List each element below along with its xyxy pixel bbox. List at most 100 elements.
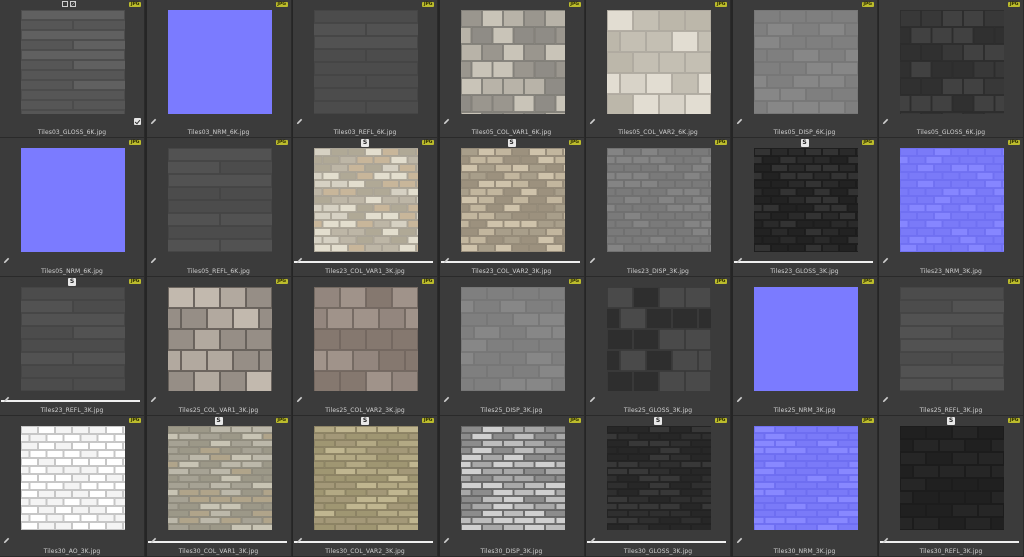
texture-thumbnail[interactable] <box>167 426 272 530</box>
texture-thumbnail[interactable] <box>607 426 711 530</box>
square-icon[interactable] <box>62 1 68 7</box>
texture-cell[interactable]: JPG Tiles05_COL_VAR1_6K.jpg <box>439 0 585 138</box>
texture-thumbnail[interactable] <box>607 148 711 252</box>
texture-cell[interactable]: JPG Tiles03_REFL_6K.jpg <box>293 0 438 138</box>
texture-thumbnail[interactable] <box>314 426 418 530</box>
edit-pencil-icon[interactable] <box>296 537 303 544</box>
file-type-badge: JPG <box>861 140 874 145</box>
file-type-badge: JPG <box>568 279 581 284</box>
texture-cell[interactable]: JPG S Tiles30_COL_VAR2_3K.jpg <box>293 416 438 557</box>
texture-cell[interactable]: JPG S Tiles23_COL_VAR2_3K.jpg <box>439 138 585 277</box>
edit-pencil-icon[interactable] <box>443 257 450 264</box>
texture-thumbnail[interactable] <box>460 287 565 391</box>
edit-pencil-icon[interactable] <box>882 537 889 544</box>
texture-thumbnail[interactable] <box>900 287 1004 391</box>
file-name-label: Tiles30_COL_VAR1_3K.jpg <box>178 548 259 555</box>
texture-thumbnail[interactable] <box>753 426 858 530</box>
texture-thumbnail[interactable] <box>314 287 418 391</box>
edit-pencil-icon[interactable] <box>443 396 450 403</box>
texture-thumbnail[interactable] <box>314 148 418 252</box>
view-toggle-icons[interactable] <box>62 1 76 7</box>
texture-thumbnail[interactable] <box>460 426 565 530</box>
texture-cell[interactable]: JPG Tiles23_DISP_3K.jpg <box>586 138 731 277</box>
file-type-badge: JPG <box>422 279 434 284</box>
texture-thumbnail[interactable] <box>900 10 1004 114</box>
texture-thumbnail[interactable] <box>460 148 565 252</box>
edit-pencil-icon[interactable] <box>589 257 596 264</box>
texture-cell[interactable]: JPG Tiles25_COL_VAR2_3K.jpg <box>293 277 438 416</box>
edit-pencil-icon[interactable] <box>736 396 743 403</box>
texture-thumbnail[interactable] <box>900 148 1004 252</box>
texture-thumbnail[interactable] <box>607 10 711 114</box>
file-name-label: Tiles23_REFL_3K.jpg <box>40 407 104 414</box>
texture-cell[interactable]: JPG Tiles25_DISP_3K.jpg <box>439 277 585 416</box>
file-name-label: Tiles30_NRM_3K.jpg <box>773 548 836 555</box>
texture-thumbnail[interactable] <box>900 426 1004 530</box>
texture-cell[interactable]: JPG Tiles23_NRM_3K.jpg <box>879 138 1024 277</box>
texture-cell[interactable]: JPG S Tiles30_REFL_3K.jpg <box>879 416 1024 557</box>
texture-cell[interactable]: JPG Tiles03_NRM_6K.jpg <box>146 0 292 138</box>
texture-cell[interactable]: JPG Tiles05_COL_VAR2_6K.jpg <box>586 0 731 138</box>
texture-cell[interactable]: JPG Tiles30_NRM_3K.jpg <box>732 416 878 557</box>
texture-cell[interactable]: JPG S Tiles23_COL_VAR1_3K.jpg <box>293 138 438 277</box>
texture-cell[interactable]: JPG Tiles03_GLOSS_6K.jpg <box>0 0 145 138</box>
edit-pencil-icon[interactable] <box>150 396 157 403</box>
texture-cell[interactable]: JPG Tiles30_AO_3K.jpg <box>0 416 145 557</box>
edit-pencil-icon[interactable] <box>589 396 596 403</box>
texture-cell[interactable]: JPG Tiles25_NRM_3K.jpg <box>732 277 878 416</box>
edit-pencil-icon[interactable] <box>589 537 596 544</box>
file-name-label: Tiles05_NRM_6K.jpg <box>41 268 103 275</box>
file-name-label: Tiles30_REFL_3K.jpg <box>919 548 983 555</box>
texture-thumbnail[interactable] <box>167 287 272 391</box>
edit-pencil-icon[interactable] <box>736 257 743 264</box>
edit-pencil-icon[interactable] <box>3 257 10 264</box>
texture-thumbnail[interactable] <box>21 10 125 114</box>
texture-cell[interactable]: JPG Tiles25_GLOSS_3K.jpg <box>586 277 731 416</box>
texture-thumbnail[interactable] <box>167 10 272 114</box>
texture-cell[interactable]: JPG Tiles05_GLOSS_6K.jpg <box>879 0 1024 138</box>
texture-cell[interactable]: JPG Tiles05_NRM_6K.jpg <box>0 138 145 277</box>
texture-thumbnail[interactable] <box>753 148 858 252</box>
texture-thumbnail[interactable] <box>167 148 272 252</box>
texture-cell[interactable]: JPG Tiles05_DISP_6K.jpg <box>732 0 878 138</box>
diagonal-icon[interactable] <box>70 1 76 7</box>
edit-pencil-icon[interactable] <box>882 257 889 264</box>
texture-cell[interactable]: JPG S Tiles23_REFL_3K.jpg <box>0 277 145 416</box>
file-name-label: Tiles30_DISP_3K.jpg <box>480 548 543 555</box>
edit-pencil-icon[interactable] <box>296 257 303 264</box>
edit-pencil-icon[interactable] <box>882 118 889 125</box>
edit-pencil-icon[interactable] <box>589 118 596 125</box>
edit-pencil-icon[interactable] <box>3 396 10 403</box>
texture-thumbnail[interactable] <box>314 10 418 114</box>
selected-checkbox[interactable] <box>134 118 141 125</box>
texture-cell[interactable]: JPG S Tiles30_GLOSS_3K.jpg <box>586 416 731 557</box>
texture-cell[interactable]: JPG Tiles30_DISP_3K.jpg <box>439 416 585 557</box>
texture-thumbnail[interactable] <box>21 426 125 530</box>
edit-pencil-icon[interactable] <box>736 537 743 544</box>
edit-pencil-icon[interactable] <box>296 118 303 125</box>
texture-cell[interactable]: JPG Tiles05_REFL_6K.jpg <box>146 138 292 277</box>
edit-pencil-icon[interactable] <box>882 396 889 403</box>
edit-pencil-icon[interactable] <box>443 537 450 544</box>
texture-cell[interactable]: JPG Tiles25_COL_VAR1_3K.jpg <box>146 277 292 416</box>
file-type-badge: JPG <box>568 140 581 145</box>
texture-cell[interactable]: JPG Tiles25_REFL_3K.jpg <box>879 277 1024 416</box>
texture-thumbnail[interactable] <box>460 10 565 114</box>
edit-pencil-icon[interactable] <box>736 118 743 125</box>
edit-pencil-icon[interactable] <box>3 537 10 544</box>
texture-thumbnail[interactable] <box>21 148 125 252</box>
texture-cell[interactable]: JPG S Tiles23_GLOSS_3K.jpg <box>732 138 878 277</box>
edit-pencil-icon[interactable] <box>150 257 157 264</box>
edit-pencil-icon[interactable] <box>150 118 157 125</box>
texture-thumbnail[interactable] <box>21 287 125 391</box>
texture-thumbnail[interactable] <box>753 287 858 391</box>
texture-thumbnail[interactable] <box>753 10 858 114</box>
file-type-badge: JPG <box>861 418 874 423</box>
file-type-badge: JPG <box>275 140 288 145</box>
edit-pencil-icon[interactable] <box>443 118 450 125</box>
edit-pencil-icon[interactable] <box>150 537 157 544</box>
texture-cell[interactable]: JPG S Tiles30_COL_VAR1_3K.jpg <box>146 416 292 557</box>
file-type-badge: JPG <box>422 418 434 423</box>
texture-thumbnail[interactable] <box>607 287 711 391</box>
edit-pencil-icon[interactable] <box>296 396 303 403</box>
